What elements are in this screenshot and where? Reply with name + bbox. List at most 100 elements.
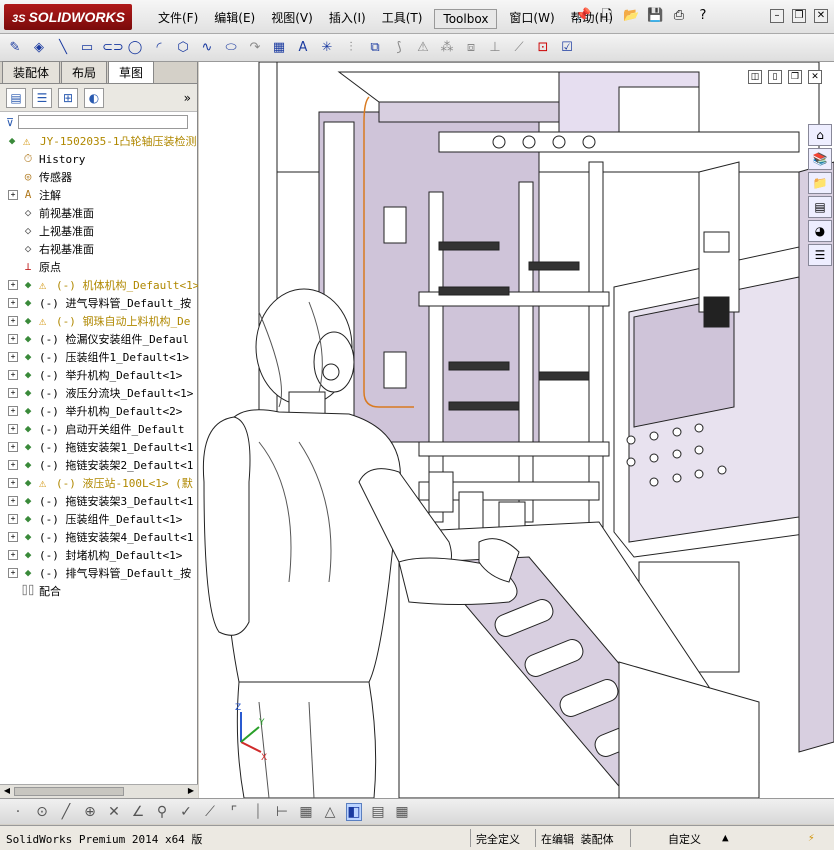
tree-item[interactable]: ⊥ 原点	[0, 258, 198, 276]
filter-input[interactable]	[18, 115, 189, 129]
edit-sketch-icon[interactable]: ✎	[6, 39, 24, 57]
dimension-icon[interactable]: ⊢	[274, 804, 290, 820]
rebuild-status-icon[interactable]: ⚡	[808, 831, 815, 844]
trim-icon[interactable]: ⫶	[342, 39, 360, 57]
instant2d-icon[interactable]: ☑	[558, 39, 576, 57]
expand-icon[interactable]: +	[8, 190, 18, 200]
tree-item[interactable]: + ◆ (-) 拖链安装架4_Default<1	[0, 528, 198, 546]
smart-dimension-icon[interactable]: ◈	[30, 39, 48, 57]
move-icon[interactable]: ⧈	[462, 39, 480, 57]
tab-layout[interactable]: 布局	[61, 61, 108, 83]
menu-window[interactable]: 窗口(W)	[501, 9, 562, 29]
diagonal-icon[interactable]: ⟋	[202, 804, 218, 820]
display-manager-icon[interactable]: ◐	[84, 87, 104, 108]
expand-icon[interactable]: +	[8, 280, 18, 290]
tree-item[interactable]: + ◆ (-) 封堵机构_Default<1>	[0, 546, 198, 564]
tree-item[interactable]: + ◆ ⚠ (-) 机体机构_Default<1>	[0, 276, 198, 294]
tree-item[interactable]: ◇ 右视基准面	[0, 240, 198, 258]
expand-icon[interactable]: +	[8, 316, 18, 326]
tree-item[interactable]: + A 注解	[0, 186, 198, 204]
scroll-thumb[interactable]	[14, 787, 124, 796]
menu-tools[interactable]: 工具(T)	[374, 9, 431, 29]
appearances-icon[interactable]: ◕	[808, 220, 832, 242]
display-relations-icon[interactable]: ⊥	[486, 39, 504, 57]
menu-view[interactable]: 视图(V)	[263, 9, 321, 29]
polygon-icon[interactable]: ⬡	[174, 39, 192, 57]
tree-horizontal-scrollbar[interactable]: ◀ ▶	[0, 784, 198, 798]
menu-toolbox[interactable]: Toolbox	[434, 9, 498, 29]
point-icon[interactable]: ✳	[318, 39, 336, 57]
viewport-close-icon[interactable]: ✕	[808, 70, 822, 84]
tree-item[interactable]: ◎ 传感器	[0, 168, 198, 186]
expand-icon[interactable]: +	[8, 352, 18, 362]
expand-icon[interactable]: +	[8, 514, 18, 524]
open-folder-icon[interactable]: 📂	[623, 8, 639, 24]
tree-item[interactable]: + ◆ (-) 进气导料管_Default_按	[0, 294, 198, 312]
viewport-tile-icon[interactable]: ▯	[768, 70, 782, 84]
tree-item[interactable]: + ◆ ⚠ (-) 钢珠自动上料机构_De	[0, 312, 198, 330]
solidworks-logo[interactable]: 3S SOLIDWORKS	[4, 4, 132, 30]
shaded-view-icon[interactable]: ◧	[346, 802, 362, 821]
tree-item[interactable]: + ◆ (-) 压装组件_Default<1>	[0, 510, 198, 528]
tree-root[interactable]: ◆ ⚠ JY-1502035-1凸轮轴压装检测	[0, 132, 198, 150]
tree-item[interactable]: + ◆ (-) 检漏仪安装组件_Defaul	[0, 330, 198, 348]
rectangle-icon[interactable]: ▭	[78, 39, 96, 57]
target-icon[interactable]: ⊕	[82, 804, 98, 820]
expand-icon[interactable]: +	[8, 478, 18, 488]
expand-icon[interactable]: +	[8, 442, 18, 452]
offset-icon[interactable]: ⟆	[390, 39, 408, 57]
expand-icon[interactable]: +	[8, 496, 18, 506]
expand-icon[interactable]: +	[8, 406, 18, 416]
line-view-icon[interactable]: ╱	[58, 804, 74, 820]
expand-panel-icon[interactable]: »	[184, 91, 191, 105]
circle-icon[interactable]: ◯	[126, 39, 144, 57]
property-manager-icon[interactable]: ☰	[32, 87, 52, 108]
tree-item[interactable]: ◇ 上视基准面	[0, 222, 198, 240]
tree-item[interactable]: + ◆ (-) 拖链安装架3_Default<1	[0, 492, 198, 510]
custom-properties-icon[interactable]: ☰	[808, 244, 832, 266]
expand-icon[interactable]: +	[8, 334, 18, 344]
text-icon[interactable]: A	[294, 39, 312, 57]
corner-icon[interactable]: ⌜	[226, 804, 242, 820]
feature-tree-icon[interactable]: ▤	[6, 87, 26, 108]
ellipse-icon[interactable]: ⬭	[222, 39, 240, 57]
tree-item[interactable]: + ◆ (-) 液压分流块_Default<1>	[0, 384, 198, 402]
slot-icon[interactable]: ⊂⊃	[102, 39, 124, 57]
viewport-restore-icon[interactable]: ❐	[788, 70, 802, 84]
pattern-icon[interactable]: ⁂	[438, 39, 456, 57]
assembly-model[interactable]: Z Y X	[199, 62, 834, 798]
tab-assembly[interactable]: 装配体	[2, 61, 61, 83]
close-icon[interactable]: ✕	[814, 9, 828, 23]
tree-item[interactable]: ◇ 前视基准面	[0, 204, 198, 222]
filter-icon[interactable]: ⊽	[6, 116, 14, 129]
vertical-icon[interactable]: ⏐	[250, 804, 266, 820]
help-icon[interactable]: ?	[695, 8, 711, 24]
print-icon[interactable]: ⎙	[671, 8, 687, 24]
plane-sketch-icon[interactable]: ▦	[270, 39, 288, 57]
design-library-icon[interactable]: 📚	[808, 148, 832, 170]
tree-item[interactable]: + ◆ ⚠ (-) 液压站-100L<1> (默	[0, 474, 198, 492]
tree-item[interactable]: + ◆ (-) 举升机构_Default<2>	[0, 402, 198, 420]
menu-insert[interactable]: 插入(I)	[321, 9, 374, 29]
tab-sketch[interactable]: 草图	[108, 61, 155, 83]
mirror-icon[interactable]: ⚠	[414, 39, 432, 57]
expand-icon[interactable]: +	[8, 550, 18, 560]
new-document-icon[interactable]: 🗋	[599, 8, 615, 24]
units-dropdown-icon[interactable]: ▲	[722, 831, 729, 844]
expand-icon[interactable]: +	[8, 532, 18, 542]
circle-view-icon[interactable]: ⊙	[34, 804, 50, 820]
tree-item[interactable]: + ◆ (-) 启动开关组件_Default	[0, 420, 198, 438]
expand-icon[interactable]: +	[8, 388, 18, 398]
graphics-area[interactable]: Z Y X ◫ ▯ ❐ ✕ ⌂ 📚 📁 ▤ ◕ ☰	[199, 62, 834, 798]
scroll-left-icon[interactable]: ◀	[1, 785, 13, 797]
tree-item[interactable]: + ◆ (-) 拖链安装架2_Default<1	[0, 456, 198, 474]
expand-icon[interactable]: +	[8, 424, 18, 434]
rapid-sketch-icon[interactable]: ⊡	[534, 39, 552, 57]
fillet-icon[interactable]: ↷	[246, 39, 264, 57]
viewport-split-icon[interactable]: ◫	[748, 70, 762, 84]
arc-icon[interactable]: ◜	[150, 39, 168, 57]
menu-file[interactable]: 文件(F)	[150, 9, 206, 29]
tree-item[interactable]: ⏱ History	[0, 150, 198, 168]
view-orientation-icon[interactable]: ▦	[394, 804, 410, 820]
spline-icon[interactable]: ∿	[198, 39, 216, 57]
